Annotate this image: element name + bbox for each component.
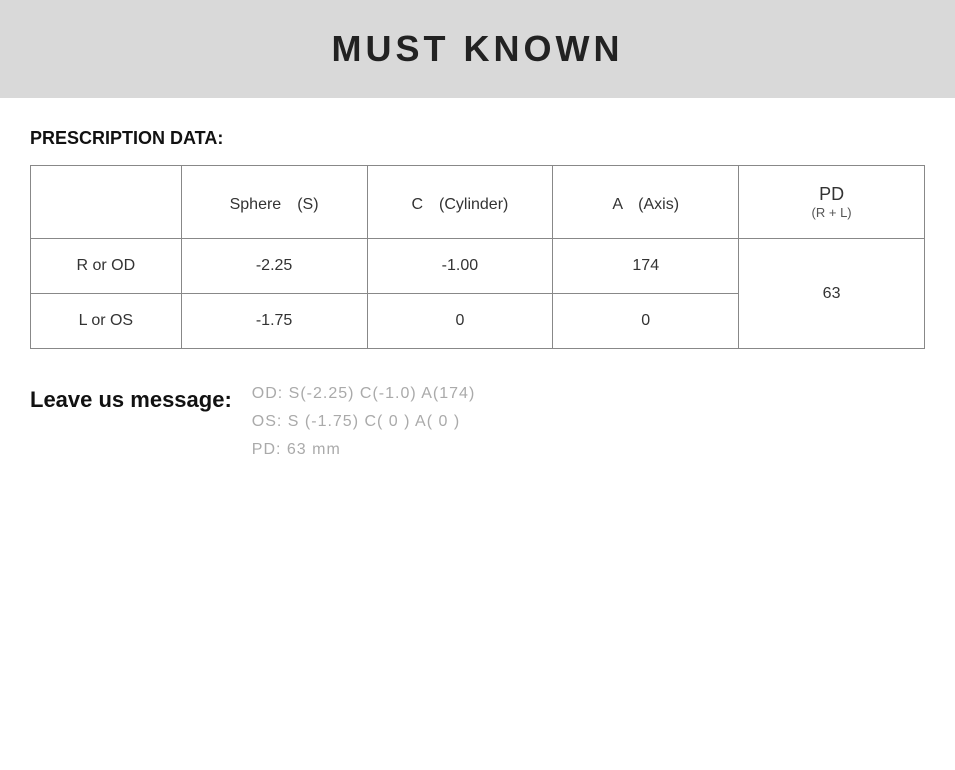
message-details: OD: S(-2.25) C(-1.0) A(174) OS: S (-1.75… (252, 385, 476, 459)
main-content: PRESCRIPTION DATA: Sphere (S) C (Cylinde… (0, 128, 955, 459)
table-row: R or OD -2.25 -1.00 174 63 (31, 239, 925, 294)
header-row-label (31, 166, 182, 239)
row-label-od: R or OD (31, 239, 182, 294)
message-line-os: OS: S (-1.75) C( 0 ) A( 0 ) (252, 413, 476, 431)
header-pd: PD (R + L) (739, 166, 925, 239)
header-pd-sub: (R + L) (749, 205, 914, 220)
cell-sphere-os: -1.75 (181, 294, 367, 349)
header-pd-main: PD (749, 184, 914, 205)
header-axis: A (Axis) (553, 166, 739, 239)
page-title: MUST KNOWN (0, 28, 955, 70)
message-line-od: OD: S(-2.25) C(-1.0) A(174) (252, 385, 476, 403)
leave-message-label: Leave us message: (30, 385, 232, 413)
header-cylinder: C (Cylinder) (367, 166, 553, 239)
leave-message-section: Leave us message: OD: S(-2.25) C(-1.0) A… (30, 385, 925, 459)
header-banner: MUST KNOWN (0, 0, 955, 98)
cell-axis-os: 0 (553, 294, 739, 349)
row-label-os: L or OS (31, 294, 182, 349)
prescription-table: Sphere (S) C (Cylinder) A (Axis) PD (R +… (30, 165, 925, 349)
cell-cylinder-od: -1.00 (367, 239, 553, 294)
cell-cylinder-os: 0 (367, 294, 553, 349)
message-line-pd: PD: 63 mm (252, 441, 476, 459)
cell-axis-od: 174 (553, 239, 739, 294)
cell-pd: 63 (739, 239, 925, 349)
prescription-section-label: PRESCRIPTION DATA: (30, 128, 925, 149)
cell-sphere-od: -2.25 (181, 239, 367, 294)
header-sphere: Sphere (S) (181, 166, 367, 239)
